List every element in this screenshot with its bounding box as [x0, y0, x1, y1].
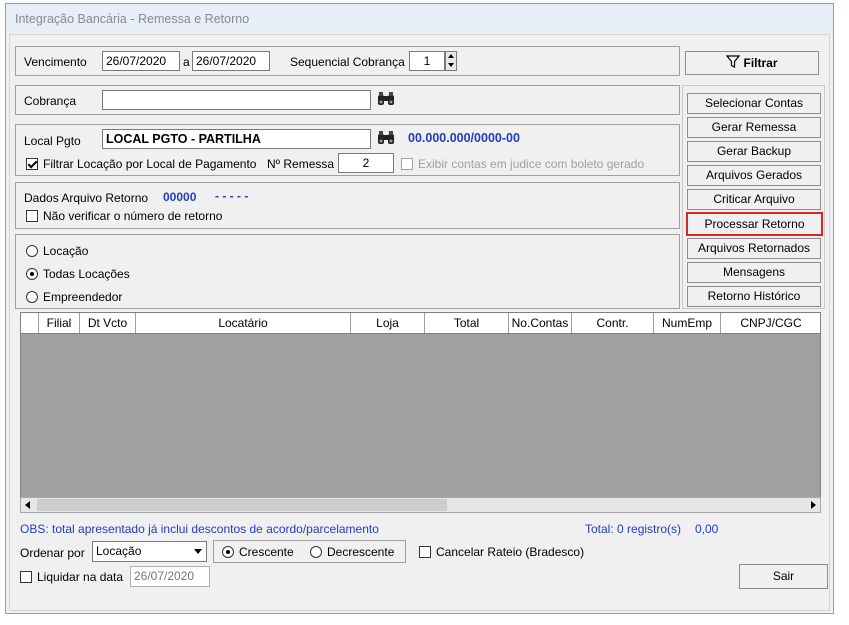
arquivos-gerados-button[interactable]: Arquivos Gerados [687, 165, 821, 186]
total-registros-label: Total: 0 registro(s) [585, 522, 682, 536]
date-from-input[interactable]: 26/07/2020 [102, 51, 180, 71]
ordenar-select-value: Locação [96, 544, 142, 558]
criticar-arquivo-button[interactable]: Criticar Arquivo [687, 189, 821, 210]
local-pgto-group: Local Pgto LOCAL PGTO - PARTILHA 00.000.… [15, 124, 680, 176]
grid-column-cnpj[interactable]: CNPJ/CGC [721, 313, 820, 333]
liquidar-checkbox[interactable] [20, 571, 32, 583]
processar-retorno-button[interactable]: Processar Retorno [686, 212, 823, 236]
spin-up-icon [448, 54, 454, 58]
retorno-historico-button[interactable]: Retorno Histórico [687, 286, 821, 307]
funnel-icon [726, 53, 741, 75]
filtrar-locacao-label: Filtrar Locação por Local de Pagamento [43, 157, 257, 171]
grid-column-total[interactable]: Total [425, 313, 509, 333]
retorno-number: 00000 [163, 190, 197, 204]
gerar-remessa-button[interactable]: Gerar Remessa [687, 117, 821, 138]
scroll-left-icon[interactable] [25, 501, 30, 509]
grid-header: Filial Dt Vcto Locatário Loja Total No.C… [21, 313, 820, 334]
nao-verificar-checkbox[interactable] [26, 210, 38, 222]
ordenar-label: Ordenar por [20, 546, 85, 560]
actions-panel: Selecionar Contas Gerar Remessa Gerar Ba… [682, 85, 825, 309]
client-area: Vencimento 26/07/2020 a 26/07/2020 Seque… [9, 34, 830, 611]
grid-column-numemp[interactable]: NumEmp [654, 313, 721, 333]
local-pgto-input[interactable]: LOCAL PGTO - PARTILHA [102, 129, 371, 149]
scroll-right-icon[interactable] [811, 501, 816, 509]
remessa-input[interactable]: 2 [338, 153, 394, 173]
mensagens-button[interactable]: Mensagens [687, 262, 821, 283]
todas-locacoes-radio[interactable] [26, 268, 38, 280]
nao-verificar-label: Não verificar o número de retorno [43, 209, 223, 223]
retorno-label: Dados Arquivo Retorno [24, 191, 149, 205]
gerar-backup-button[interactable]: Gerar Backup [687, 141, 821, 162]
grid-column-locatario[interactable]: Locatário [136, 313, 351, 333]
grid-column-contr[interactable]: Contr. [572, 313, 654, 333]
cancelar-rateio-checkbox[interactable] [419, 546, 431, 558]
vencimento-group: Vencimento 26/07/2020 a 26/07/2020 Seque… [15, 46, 680, 76]
window-title: Integração Bancária - Remessa e Retorno [15, 12, 250, 26]
grid-horizontal-scrollbar[interactable] [20, 497, 821, 513]
local-pgto-label: Local Pgto [24, 134, 81, 148]
obs-text: OBS: total apresentado já inclui descont… [20, 522, 379, 536]
cancelar-rateio-label: Cancelar Rateio (Bradesco) [436, 545, 585, 559]
local-pgto-code: 00.000.000/0000-00 [408, 131, 520, 145]
cobranca-group: Cobrança [15, 85, 680, 115]
liquidar-date-input[interactable]: 26/07/2020 [130, 566, 210, 587]
scrollbar-thumb[interactable] [37, 499, 447, 511]
sequencial-label: Sequencial Cobrança [290, 55, 405, 69]
grid-column-loja[interactable]: Loja [351, 313, 425, 333]
crescente-label: Crescente [239, 545, 294, 559]
empreendedor-radio[interactable] [26, 291, 38, 303]
cobranca-label: Cobrança [24, 94, 77, 108]
decrescente-label: Decrescente [327, 545, 395, 559]
sair-label: Sair [772, 569, 795, 583]
arquivos-retornados-button[interactable]: Arquivos Retornados [687, 238, 821, 259]
filtrar-locacao-checkbox[interactable] [26, 158, 38, 170]
contas-grid[interactable]: Filial Dt Vcto Locatário Loja Total No.C… [20, 312, 821, 513]
grid-indicator-column [21, 313, 39, 333]
locacao-options-group: Locação Todas Locações Empreendedor [15, 234, 680, 309]
locacao-label: Locação [43, 244, 89, 258]
grid-column-no-contas[interactable]: No.Contas [509, 313, 572, 333]
retorno-dashes: - - - - - [215, 189, 249, 203]
liquidar-label: Liquidar na data [37, 570, 124, 584]
sequencial-input[interactable]: 1 [409, 51, 445, 71]
main-window: Integração Bancária - Remessa e Retorno … [5, 3, 834, 614]
title-bar: Integração Bancária - Remessa e Retorno [6, 4, 833, 34]
empreendedor-label: Empreendedor [43, 290, 123, 304]
filtrar-label: Filtrar [743, 56, 778, 70]
retorno-group: Dados Arquivo Retorno 00000 - - - - - Nã… [15, 182, 680, 229]
locacao-radio[interactable] [26, 245, 38, 257]
date-separator: a [183, 55, 190, 69]
binoculars-icon[interactable] [376, 90, 396, 110]
sort-direction-group: Crescente Decrescente [213, 540, 406, 563]
remessa-label: Nº Remessa [267, 157, 335, 171]
filtrar-button[interactable]: Filtrar [685, 51, 819, 75]
sair-button[interactable]: Sair [739, 564, 828, 589]
todas-locacoes-label: Todas Locações [43, 267, 130, 281]
binoculars-icon[interactable] [376, 129, 396, 149]
spin-down-icon [448, 63, 454, 67]
cobranca-input[interactable] [102, 90, 371, 110]
chevron-down-icon[interactable] [194, 549, 202, 554]
grid-column-dt-vcto[interactable]: Dt Vcto [80, 313, 136, 333]
ordenar-select[interactable]: Locação [92, 541, 207, 562]
selecionar-contas-button[interactable]: Selecionar Contas [687, 93, 821, 114]
grid-column-filial[interactable]: Filial [39, 313, 80, 333]
decrescente-radio[interactable] [310, 546, 322, 558]
vencimento-label: Vencimento [24, 55, 87, 69]
exibir-judice-checkbox[interactable] [401, 158, 413, 170]
date-to-input[interactable]: 26/07/2020 [192, 51, 270, 71]
exibir-judice-label: Exibir contas em judice com boleto gerad… [418, 157, 645, 171]
total-value: 0,00 [695, 522, 719, 536]
sequencial-spinner[interactable] [445, 51, 457, 71]
crescente-radio[interactable] [222, 546, 234, 558]
